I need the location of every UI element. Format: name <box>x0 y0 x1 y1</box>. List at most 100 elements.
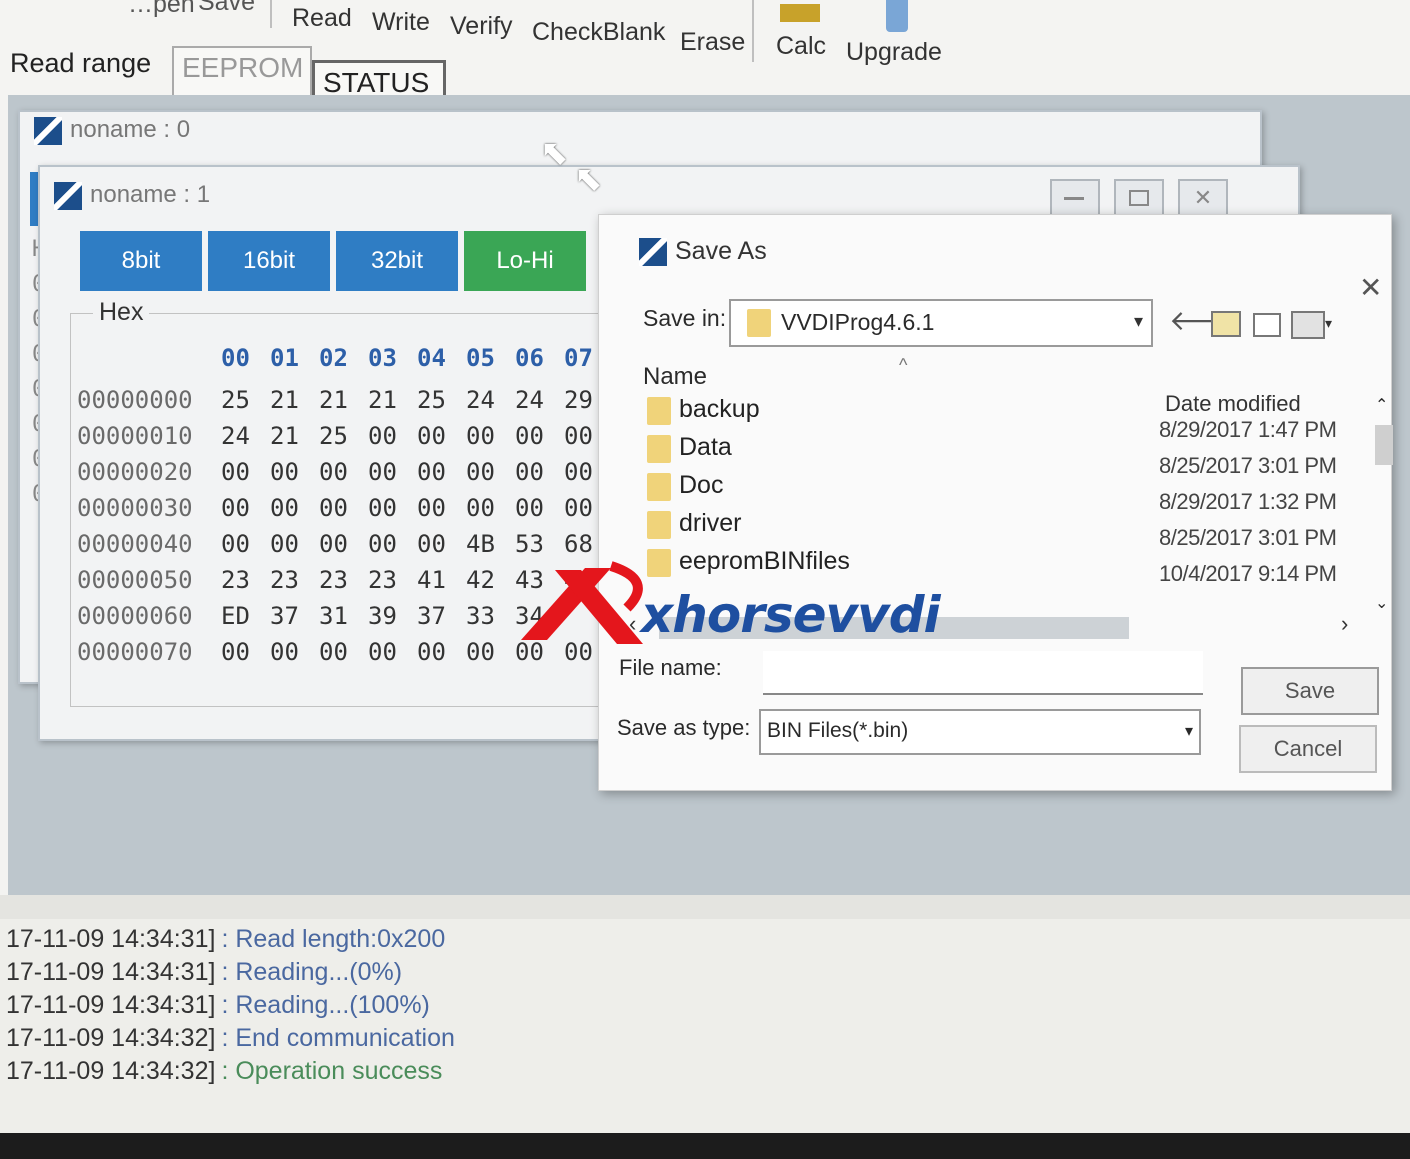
hex-byte[interactable]: 00 <box>417 638 446 666</box>
cancel-button[interactable]: Cancel <box>1239 725 1377 773</box>
hex-byte[interactable]: 25 <box>417 386 446 414</box>
verify-button[interactable]: Verify <box>450 12 513 41</box>
scroll-down-icon[interactable]: ⌄ <box>1375 593 1388 613</box>
hex-byte[interactable]: 37 <box>417 602 446 630</box>
save-button[interactable]: Save <box>1241 667 1379 715</box>
tab-8bit[interactable]: 8bit <box>80 231 202 291</box>
hex-byte[interactable]: 00 <box>368 458 397 486</box>
hex-byte[interactable]: 00 <box>270 638 299 666</box>
hex-byte[interactable]: 00 <box>368 638 397 666</box>
hex-byte[interactable]: 21 <box>368 386 397 414</box>
hex-byte[interactable]: 00 <box>319 458 348 486</box>
maximize-button[interactable] <box>1114 179 1164 217</box>
vertical-scrollbar[interactable]: ⌃ ⌄ <box>1375 395 1393 625</box>
upgrade-icon[interactable] <box>886 0 908 32</box>
hex-byte[interactable]: 00 <box>221 494 250 522</box>
hex-byte[interactable]: 24 <box>515 386 544 414</box>
calc-button[interactable]: Calc <box>776 32 826 61</box>
hex-row[interactable]: 00000010 24 21 25 00 00 00 00 00 <box>71 422 631 456</box>
hex-row[interactable]: 00000040 00 00 00 00 00 4B 53 68 <box>71 530 631 564</box>
scroll-right-icon[interactable]: › <box>1341 611 1348 637</box>
hex-byte[interactable]: 21 <box>270 422 299 450</box>
checkblank-button[interactable]: CheckBlank <box>532 18 665 47</box>
hex-row[interactable]: 00000030 00 00 00 00 00 00 00 00 <box>71 494 631 528</box>
save-as-type-select[interactable]: BIN Files(*.bin) ▾ <box>759 709 1201 755</box>
hex-byte[interactable]: 29 <box>564 386 593 414</box>
hex-byte[interactable]: 00 <box>515 458 544 486</box>
hex-byte[interactable]: 00 <box>417 458 446 486</box>
close-button[interactable]: ✕ <box>1178 179 1228 217</box>
file-list-item[interactable]: Doc 8/29/2017 1:32 PM <box>639 471 1359 514</box>
read-button[interactable]: Read <box>292 4 352 33</box>
hex-byte[interactable]: 53 <box>515 530 544 558</box>
toolbar-save-partial[interactable]: Save <box>198 0 255 17</box>
hex-byte[interactable]: 00 <box>319 530 348 558</box>
hex-byte[interactable]: 00 <box>564 458 593 486</box>
hex-byte[interactable]: 00 <box>270 494 299 522</box>
hex-byte[interactable]: 24 <box>466 386 495 414</box>
tab-16bit[interactable]: 16bit <box>208 231 330 291</box>
write-button[interactable]: Write <box>372 8 430 37</box>
hex-byte[interactable]: 00 <box>221 530 250 558</box>
hex-byte[interactable]: ED <box>221 602 250 630</box>
hex-byte[interactable]: 00 <box>221 638 250 666</box>
up-folder-icon[interactable] <box>1211 311 1241 337</box>
hex-byte[interactable]: 00 <box>515 494 544 522</box>
hex-row[interactable]: 00000020 00 00 00 00 00 00 00 00 <box>71 458 631 492</box>
save-in-dropdown[interactable]: VVDIProg4.6.1 ▾ <box>729 299 1153 347</box>
file-list-item[interactable]: Data 8/25/2017 3:01 PM <box>639 433 1359 478</box>
hex-byte[interactable]: 00 <box>368 494 397 522</box>
minimize-button[interactable] <box>1050 179 1100 217</box>
hex-byte[interactable]: 00 <box>368 422 397 450</box>
hex-byte[interactable]: 00 <box>564 494 593 522</box>
file-name-input[interactable] <box>763 651 1203 695</box>
hex-byte[interactable]: 00 <box>417 422 446 450</box>
hex-row[interactable]: 00000000 25 21 21 21 25 24 24 29 <box>71 386 631 420</box>
name-column-header[interactable]: Name <box>643 363 707 391</box>
hex-byte[interactable]: 00 <box>466 638 495 666</box>
hex-byte[interactable]: 21 <box>319 386 348 414</box>
hex-byte[interactable]: 23 <box>221 566 250 594</box>
hex-byte[interactable]: 00 <box>417 530 446 558</box>
dialog-close-icon[interactable]: ✕ <box>1359 271 1382 304</box>
hex-byte[interactable]: 00 <box>466 494 495 522</box>
hex-byte[interactable]: 00 <box>466 422 495 450</box>
scroll-up-icon[interactable]: ⌃ <box>1375 395 1388 415</box>
hex-byte[interactable]: 00 <box>270 530 299 558</box>
hex-byte[interactable]: 00 <box>319 638 348 666</box>
view-menu-icon[interactable] <box>1291 311 1325 339</box>
hex-byte[interactable]: 23 <box>270 566 299 594</box>
hex-byte[interactable]: 4B <box>466 530 495 558</box>
hex-byte[interactable]: 25 <box>221 386 250 414</box>
new-folder-icon[interactable] <box>1253 313 1281 337</box>
hex-byte[interactable]: 00 <box>564 422 593 450</box>
hex-byte[interactable]: 00 <box>466 458 495 486</box>
hex-byte[interactable]: 42 <box>466 566 495 594</box>
eeprom-option[interactable]: EEPROM <box>172 46 312 102</box>
hex-byte[interactable]: 37 <box>270 602 299 630</box>
scrollbar-thumb[interactable] <box>1375 425 1393 465</box>
hex-byte[interactable]: 23 <box>319 566 348 594</box>
hex-byte[interactable]: 00 <box>368 530 397 558</box>
save-as-dialog[interactable]: Save As ✕ Save in: VVDIProg4.6.1 ▾ 🡐 ▾ N… <box>598 214 1393 791</box>
hex-byte[interactable]: 00 <box>270 458 299 486</box>
toolbar-open-partial[interactable]: …pen <box>128 0 195 19</box>
hex-byte[interactable]: 00 <box>221 458 250 486</box>
tab-lo-hi[interactable]: Lo-Hi <box>464 231 586 291</box>
file-list-item[interactable]: backup 8/29/2017 1:47 PM <box>639 395 1359 442</box>
hex-byte[interactable]: 00 <box>515 422 544 450</box>
tab-32bit[interactable]: 32bit <box>336 231 458 291</box>
hex-byte[interactable]: 00 <box>319 494 348 522</box>
hex-byte[interactable]: 21 <box>270 386 299 414</box>
hex-byte[interactable]: 23 <box>368 566 397 594</box>
hex-byte[interactable]: 00 <box>417 494 446 522</box>
hex-byte[interactable]: 33 <box>466 602 495 630</box>
calc-icon[interactable] <box>780 4 820 22</box>
hex-byte[interactable]: 24 <box>221 422 250 450</box>
upgrade-button[interactable]: Upgrade <box>846 38 942 67</box>
hex-byte[interactable]: 68 <box>564 530 593 558</box>
hex-byte[interactable]: 31 <box>319 602 348 630</box>
hex-byte[interactable]: 39 <box>368 602 397 630</box>
file-list-item[interactable]: driver 8/25/2017 3:01 PM <box>639 509 1359 550</box>
erase-button[interactable]: Erase <box>680 28 745 57</box>
